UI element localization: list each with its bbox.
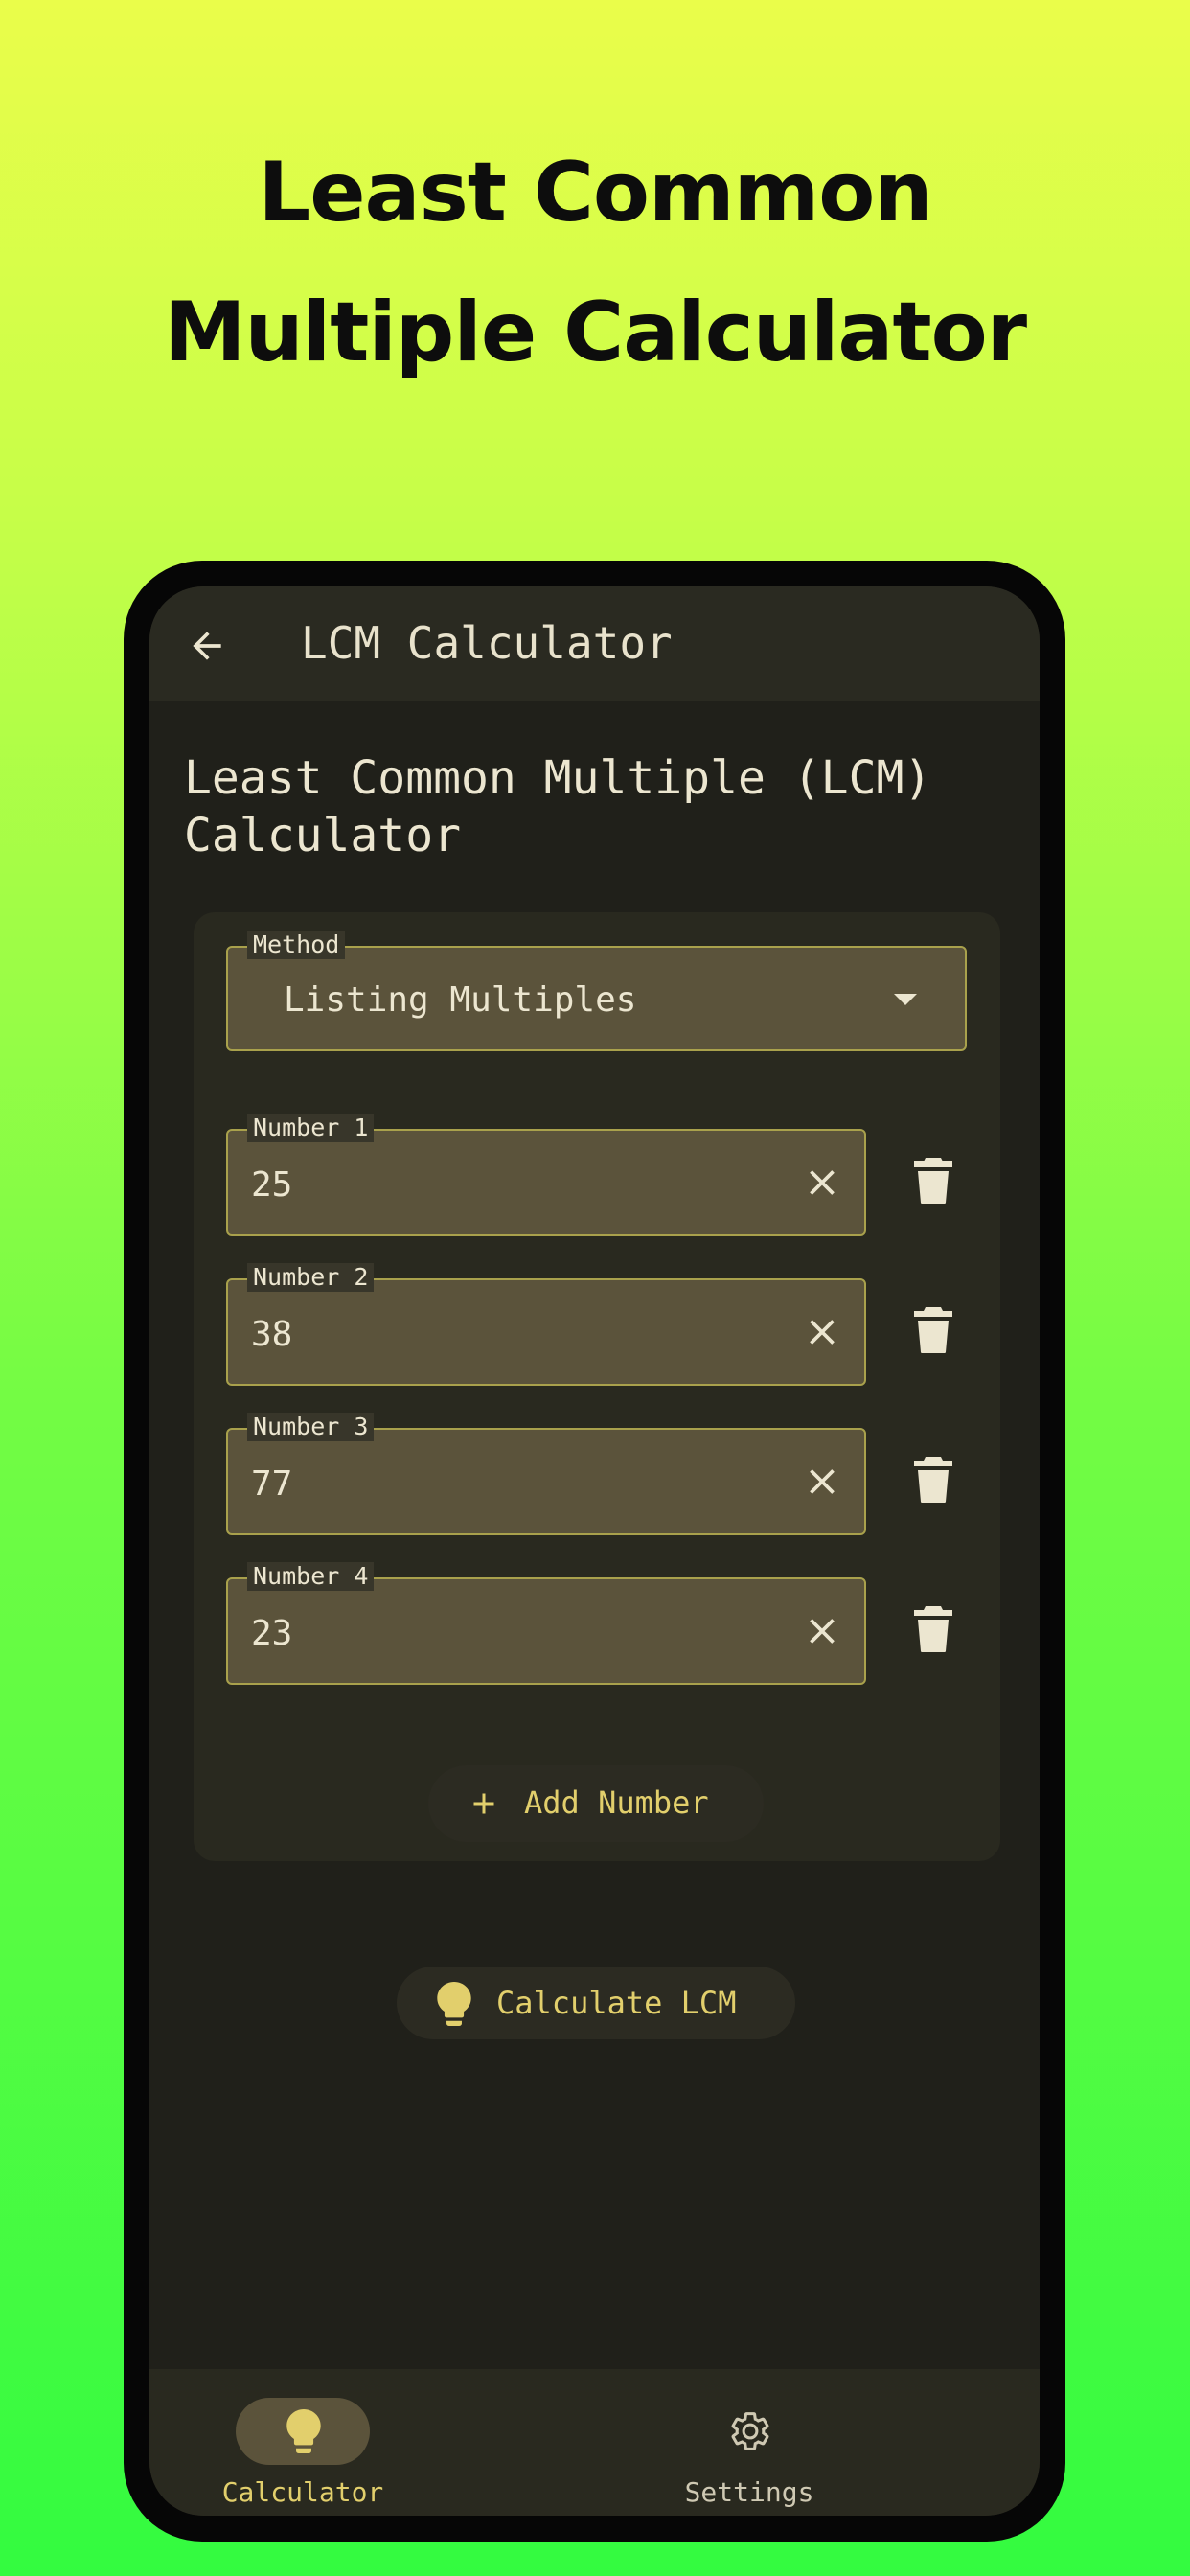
gear-icon <box>731 2412 769 2450</box>
promo-headline: Least Common Multiple Calculator <box>0 123 1190 402</box>
plus-icon <box>473 1793 494 1814</box>
trash-icon[interactable] <box>914 1307 952 1353</box>
number-field-label: Number 1 <box>247 1114 375 1142</box>
number-field-value[interactable]: 38 <box>251 1315 292 1354</box>
bottom-navigation: Calculator Settings <box>149 2369 1040 2516</box>
dropdown-caret-icon <box>894 994 917 1005</box>
promo-headline-line2: Multiple Calculator <box>163 285 1027 380</box>
clear-icon[interactable] <box>801 1311 843 1353</box>
app-bar: LCM Calculator <box>149 586 1040 702</box>
number-field-2[interactable]: Number 2 38 <box>226 1263 866 1386</box>
arrow-left-icon[interactable] <box>186 625 228 667</box>
promo-headline-line1: Least Common <box>258 145 932 241</box>
app-bar-title: LCM Calculator <box>301 617 673 669</box>
input-card: Method Listing Multiples Number 1 25 Num… <box>194 912 1000 1861</box>
nav-label-calculator: Calculator <box>221 2476 384 2508</box>
page-title: Least Common Multiple (LCM) Calculator <box>184 751 932 862</box>
nav-label-settings: Settings <box>684 2476 814 2508</box>
trash-icon[interactable] <box>914 1457 952 1503</box>
lightbulb-icon <box>437 1982 471 2026</box>
clear-icon[interactable] <box>801 1610 843 1652</box>
add-number-button[interactable]: Add Number <box>428 1765 764 1842</box>
number-field-label: Number 3 <box>247 1413 375 1441</box>
method-value: Listing Multiples <box>284 980 637 1020</box>
nav-item-calculator[interactable]: Calculator <box>149 2369 437 2516</box>
lightbulb-icon <box>286 2409 321 2453</box>
number-field-label: Number 4 <box>247 1562 375 1591</box>
calculate-lcm-button[interactable]: Calculate LCM <box>397 1966 795 2039</box>
method-label: Method <box>247 931 346 959</box>
method-select[interactable]: Method Listing Multiples <box>226 931 967 1051</box>
nav-item-settings[interactable]: Settings <box>596 2369 883 2516</box>
number-field-3[interactable]: Number 3 77 <box>226 1413 866 1535</box>
number-field-value[interactable]: 25 <box>251 1165 292 1205</box>
app-screen: LCM Calculator Least Common Multiple (LC… <box>149 586 1040 2516</box>
calculate-lcm-label: Calculate LCM <box>496 1985 737 2021</box>
number-field-value[interactable]: 77 <box>251 1464 292 1504</box>
phone-frame: LCM Calculator Least Common Multiple (LC… <box>124 561 1065 2542</box>
trash-icon[interactable] <box>914 1158 952 1204</box>
trash-icon[interactable] <box>914 1606 952 1652</box>
clear-icon[interactable] <box>801 1460 843 1503</box>
clear-icon[interactable] <box>801 1162 843 1204</box>
number-field-label: Number 2 <box>247 1263 375 1292</box>
number-field-1[interactable]: Number 1 25 <box>226 1114 866 1236</box>
add-number-label: Add Number <box>524 1784 709 1821</box>
number-field-4[interactable]: Number 4 23 <box>226 1562 866 1685</box>
number-field-value[interactable]: 23 <box>251 1614 292 1653</box>
